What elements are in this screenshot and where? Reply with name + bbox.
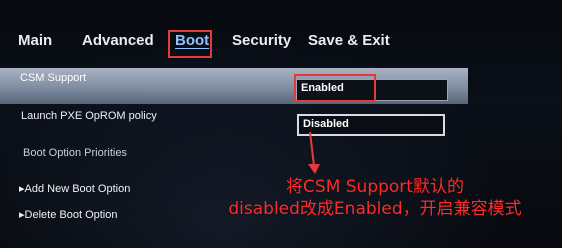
- add-new-boot-option-label: Add New Boot Option: [24, 183, 131, 195]
- tab-security[interactable]: Security: [232, 32, 291, 49]
- annotation-text: 将CSM Support默认的 disabled改成Enabled，开启兼容模式: [190, 176, 560, 220]
- bios-screen: Main Advanced Boot Security Save & Exit …: [0, 0, 562, 248]
- tab-advanced[interactable]: Advanced: [82, 32, 154, 49]
- annotation-line-2: disabled改成Enabled，开启兼容模式: [228, 199, 522, 219]
- boot-option-priorities-heading: Boot Option Priorities: [23, 147, 127, 159]
- csm-value-highlight-box: [294, 74, 376, 102]
- pxe-policy-label[interactable]: Launch PXE OpROM policy: [21, 110, 157, 122]
- csm-support-label[interactable]: CSM Support: [20, 72, 86, 84]
- tab-save-exit[interactable]: Save & Exit: [308, 32, 390, 49]
- bios-menu-bar: Main Advanced Boot Security Save & Exit: [0, 24, 562, 64]
- annotation-line-1: 将CSM Support默认的: [286, 177, 464, 197]
- tab-main[interactable]: Main: [18, 32, 52, 49]
- add-new-boot-option-item[interactable]: ▸Add New Boot Option: [19, 182, 130, 195]
- boot-tab-highlight-box: [168, 30, 212, 58]
- arrow-pointer-icon: [308, 131, 320, 174]
- delete-boot-option-item[interactable]: ▸Delete Boot Option: [19, 208, 117, 221]
- delete-boot-option-label: Delete Boot Option: [24, 209, 118, 221]
